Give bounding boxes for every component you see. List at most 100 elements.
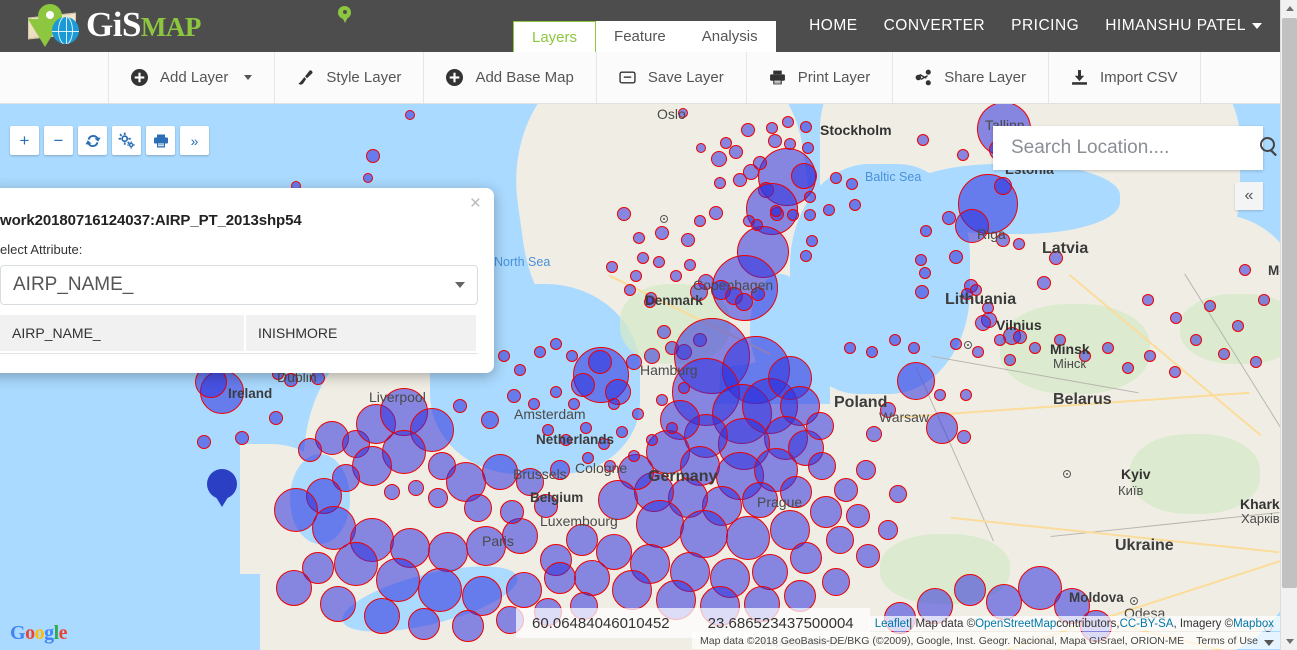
logo-mark-icon: [22, 3, 84, 49]
city-dot-kyiv: [1130, 597, 1138, 605]
panel-tabs: Layers Feature Analysis: [513, 21, 776, 52]
add-base-map-button[interactable]: Add Base Map: [424, 52, 597, 103]
circle-marker[interactable]: [284, 373, 298, 387]
popup-footer-divider: [0, 353, 478, 363]
globe-ring-icon: [58, 17, 73, 44]
plus-circle-icon: [131, 69, 148, 86]
table-row: AIRP_NAME_ INISHMORE: [0, 315, 478, 351]
import-csv-label: Import CSV: [1100, 69, 1178, 86]
add-layer-button[interactable]: Add Layer: [109, 52, 276, 103]
brand-gis: GiS: [86, 5, 141, 44]
brand-text: GiSMAP: [86, 7, 201, 45]
chevron-down-icon[interactable]: [1264, 640, 1274, 646]
attribute-table: AIRP_NAME_ INISHMORE: [0, 315, 478, 351]
tab-layers[interactable]: Layers: [513, 21, 597, 52]
zoom-out-button[interactable]: −: [44, 126, 73, 155]
save-layer-button[interactable]: Save Layer: [597, 52, 747, 103]
print-layer-button[interactable]: Print Layer: [747, 52, 894, 103]
share-layer-button[interactable]: Share Layer: [893, 52, 1049, 103]
selected-feature-pin[interactable]: [207, 469, 237, 507]
tab-analysis[interactable]: Analysis: [684, 21, 776, 52]
feature-info-popup: × work20180716124037:AIRP_PT_2013shp54 e…: [0, 188, 494, 373]
add-base-map-label: Add Base Map: [475, 69, 574, 86]
collapse-sidebar-button[interactable]: «: [1235, 182, 1263, 210]
google-logo-g1: G: [10, 622, 26, 644]
nav-links: HOME CONVERTER PRICING HIMANSHU PATEL: [809, 0, 1262, 52]
latitude-value: 60.06484046010452: [532, 614, 670, 632]
circle-marker[interactable]: [405, 110, 415, 120]
scroll-down-icon[interactable]: [1281, 633, 1297, 650]
plus-circle-icon: [446, 69, 464, 86]
style-layer-label: Style Layer: [326, 69, 402, 86]
scrollbar-thumb[interactable]: [1282, 18, 1297, 588]
nav-item-pricing[interactable]: PRICING: [1011, 17, 1079, 35]
add-layer-label: Add Layer: [160, 69, 229, 86]
brand-logo[interactable]: GiSMAP: [22, 2, 351, 50]
settings-gear-icon[interactable]: [112, 126, 141, 155]
google-logo-o1: o: [25, 622, 35, 644]
google-logo-g2: g: [44, 622, 54, 644]
more-controls-button[interactable]: »: [180, 126, 209, 155]
map-pin-dot-icon: [46, 11, 54, 19]
share-icon: [915, 69, 932, 86]
circle-marker[interactable]: [269, 411, 283, 425]
brand-map: MAP: [140, 12, 201, 42]
style-layer-button[interactable]: Style Layer: [275, 52, 425, 103]
google-map-data-text: Map data ©2018 GeoBasis-DE/BKG (©2009), …: [700, 634, 1185, 647]
tab-feature[interactable]: Feature: [596, 21, 684, 52]
popup-layer-title: work20180716124037:AIRP_PT_2013shp54: [0, 212, 302, 229]
print-layer-label: Print Layer: [797, 69, 871, 86]
nav-item-converter[interactable]: CONVERTER: [884, 17, 986, 35]
nav-item-home[interactable]: HOME: [809, 17, 858, 35]
map-canvas[interactable]: StockholmBaltic SeaTallinnEstoniaRigaLat…: [0, 104, 1280, 650]
leaflet-attribution: Leaflet | Map data © OpenStreetMap contr…: [868, 616, 1280, 631]
google-logo: Google: [10, 622, 68, 645]
scroll-up-icon[interactable]: [1281, 0, 1297, 17]
attribute-select[interactable]: AIRP_NAME_: [0, 265, 478, 305]
globe-icon: [52, 17, 79, 44]
green-area-5: [1180, 294, 1280, 364]
license-link[interactable]: CC-BY-SA: [1120, 618, 1174, 630]
circle-marker[interactable]: [363, 173, 373, 183]
search-location-box[interactable]: [993, 126, 1277, 170]
terms-of-use-link[interactable]: Terms of Use: [1196, 635, 1258, 647]
city-dot-riga: [964, 341, 972, 349]
attribute-value: INISHMORE: [245, 315, 478, 351]
green-area-4: [620, 284, 730, 364]
map-controls: + − »: [10, 126, 209, 155]
water-irish-sea: [290, 454, 350, 544]
circle-marker[interactable]: [802, 142, 814, 154]
circle-marker[interactable]: [800, 121, 812, 133]
water-gulf-finland: [900, 164, 1120, 234]
city-dot-minsk: [1063, 470, 1071, 478]
leaflet-link[interactable]: Leaflet: [875, 618, 910, 630]
google-attribution: Map data ©2018 GeoBasis-DE/BKG (©2009), …: [692, 632, 1280, 649]
refresh-icon[interactable]: [78, 126, 107, 155]
chevron-down-icon: [1252, 22, 1262, 29]
mapbox-link[interactable]: Mapbox: [1233, 618, 1274, 630]
share-layer-label: Share Layer: [944, 69, 1026, 86]
search-input[interactable]: [1009, 136, 1258, 160]
user-name: HIMANSHU PATEL: [1105, 17, 1246, 34]
google-logo-e: e: [58, 622, 68, 644]
green-area-3: [880, 534, 1010, 604]
layer-toolbar: Add Layer Style Layer Add Base Map Save …: [0, 52, 1280, 104]
attr-imagery: , Imagery ©: [1173, 617, 1234, 630]
circle-marker[interactable]: [366, 149, 380, 163]
select-attribute-label: elect Attribute:: [0, 242, 83, 257]
page-scrollbar[interactable]: [1280, 0, 1297, 650]
brush-icon: [297, 69, 314, 86]
attr-contributors: contributors,: [1056, 617, 1120, 630]
google-logo-o2: o: [34, 622, 45, 644]
printer-icon: [769, 69, 786, 86]
openstreetmap-link[interactable]: OpenStreetMap: [975, 618, 1056, 630]
longitude-value: 23.686523437500004: [707, 614, 854, 632]
search-icon[interactable]: [1258, 135, 1280, 162]
close-icon[interactable]: ×: [470, 194, 481, 213]
user-menu[interactable]: HIMANSHU PATEL: [1105, 17, 1262, 35]
attr-sep1: | Map data ©: [909, 617, 976, 630]
zoom-in-button[interactable]: +: [10, 126, 39, 155]
attribute-select-value: AIRP_NAME_: [13, 274, 134, 295]
print-icon[interactable]: [146, 126, 175, 155]
import-csv-button[interactable]: Import CSV: [1049, 52, 1201, 103]
